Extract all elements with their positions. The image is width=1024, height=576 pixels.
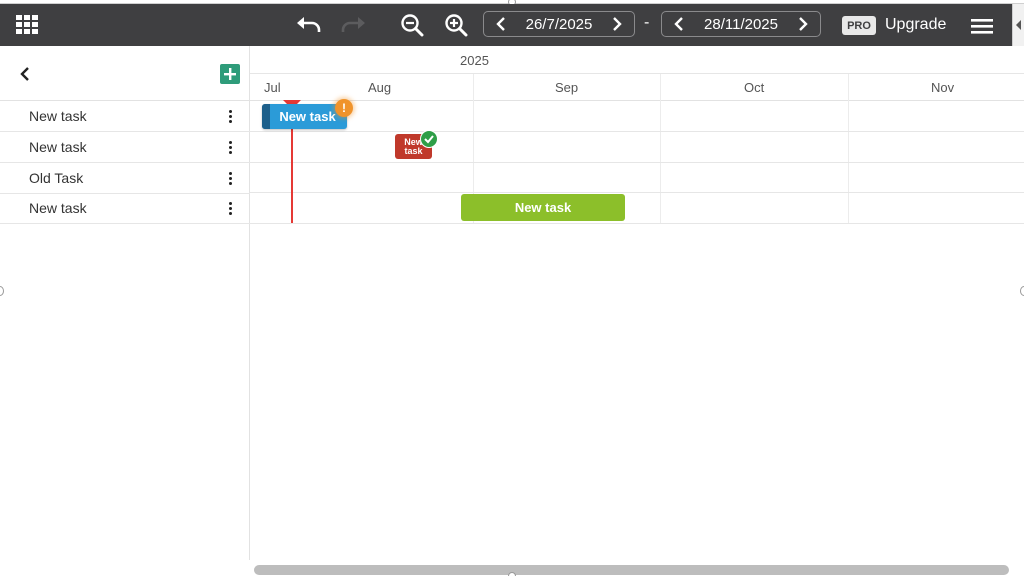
month-label: Sep	[555, 80, 579, 95]
month-label: Aug	[368, 80, 392, 95]
task-bar-resize-handle[interactable]	[262, 104, 270, 129]
task-bar[interactable]: New task	[461, 194, 625, 221]
zoom-out-icon	[401, 14, 424, 37]
timeline-month-header: Jul Aug Sep Oct Nov	[250, 74, 1024, 101]
end-date-value[interactable]: 28/11/2025	[704, 16, 778, 33]
menu-button[interactable]	[968, 14, 996, 38]
end-date-picker: 28/11/2025	[661, 11, 821, 37]
collapse-panel-button[interactable]	[18, 66, 38, 84]
month-divider	[848, 74, 849, 223]
chevron-left-icon	[674, 17, 683, 31]
task-options-button[interactable]	[222, 106, 238, 126]
start-date-next-button[interactable]	[610, 16, 624, 32]
start-date-picker: 26/7/2025	[483, 11, 635, 37]
end-date-prev-button[interactable]	[672, 16, 686, 32]
task-name[interactable]: New task	[29, 139, 87, 155]
apps-grid-button[interactable]	[14, 13, 40, 37]
redo-button[interactable]	[336, 12, 370, 38]
task-name[interactable]: New task	[29, 200, 87, 216]
task-row[interactable]: New task	[0, 193, 250, 224]
caret-left-icon	[1016, 20, 1021, 30]
task-row[interactable]: New task	[0, 132, 250, 163]
more-vertical-icon	[228, 109, 232, 113]
side-panel-toggle[interactable]	[1012, 4, 1024, 46]
redo-icon	[341, 17, 365, 32]
task-options-button[interactable]	[222, 168, 238, 188]
plus-icon	[224, 68, 236, 80]
month-label: Oct	[744, 80, 765, 95]
checkmark-icon	[424, 135, 434, 144]
row-divider	[250, 223, 1024, 224]
task-name[interactable]: Old Task	[29, 170, 83, 186]
check-icon[interactable]	[420, 130, 438, 148]
zoom-out-button[interactable]	[398, 11, 426, 39]
task-bar-label: New task	[514, 200, 572, 215]
undo-icon	[297, 17, 321, 32]
undo-button[interactable]	[292, 12, 326, 38]
task-options-button[interactable]	[222, 198, 238, 218]
timeline-year-header: 2025	[250, 46, 1024, 74]
end-date-next-button[interactable]	[796, 16, 810, 32]
row-divider	[250, 131, 1024, 132]
gantt-timeline: 2025 Jul Aug Sep Oct Nov New task ! New …	[250, 46, 1024, 560]
month-divider	[660, 74, 661, 223]
date-range-separator: -	[644, 14, 650, 31]
start-date-value[interactable]: 26/7/2025	[526, 16, 593, 33]
task-name[interactable]: New task	[29, 108, 87, 124]
task-bar-label: New task	[279, 109, 336, 124]
horizontal-scrollbar[interactable]	[254, 565, 1009, 575]
zoom-in-button[interactable]	[442, 11, 470, 39]
add-task-button[interactable]	[220, 64, 240, 84]
task-list-header	[0, 46, 250, 101]
grid-icon	[16, 15, 38, 34]
row-divider	[250, 162, 1024, 163]
chevron-right-icon	[613, 17, 622, 31]
start-date-prev-button[interactable]	[494, 16, 508, 32]
hamburger-icon	[971, 19, 993, 34]
zoom-in-icon	[445, 14, 468, 37]
row-divider	[250, 192, 1024, 193]
upgrade-button[interactable]: Upgrade	[885, 16, 946, 34]
task-row[interactable]: Old Task	[0, 163, 250, 194]
task-options-button[interactable]	[222, 137, 238, 157]
resize-handle-right[interactable]	[1020, 286, 1024, 296]
chevron-left-icon	[496, 17, 505, 31]
month-label: Jul	[264, 80, 281, 95]
warning-icon[interactable]: !	[335, 99, 353, 117]
month-label: Nov	[931, 80, 955, 95]
task-list-panel: New task New task Old Task New task	[0, 46, 250, 560]
more-vertical-icon	[228, 201, 232, 205]
chevron-left-icon	[20, 67, 29, 81]
chevron-right-icon	[799, 17, 808, 31]
pro-badge[interactable]: PRO	[842, 16, 876, 35]
resize-handle-bottom[interactable]	[508, 572, 516, 576]
gantt-app: 26/7/2025 - 28/11/2025 PRO Upgrade New t…	[0, 0, 1024, 576]
task-row[interactable]: New task	[0, 101, 250, 132]
more-vertical-icon	[228, 140, 232, 144]
year-label: 2025	[460, 53, 489, 68]
more-vertical-icon	[228, 171, 232, 175]
warning-glyph: !	[342, 101, 346, 115]
toolbar: 26/7/2025 - 28/11/2025 PRO Upgrade	[0, 4, 1012, 46]
